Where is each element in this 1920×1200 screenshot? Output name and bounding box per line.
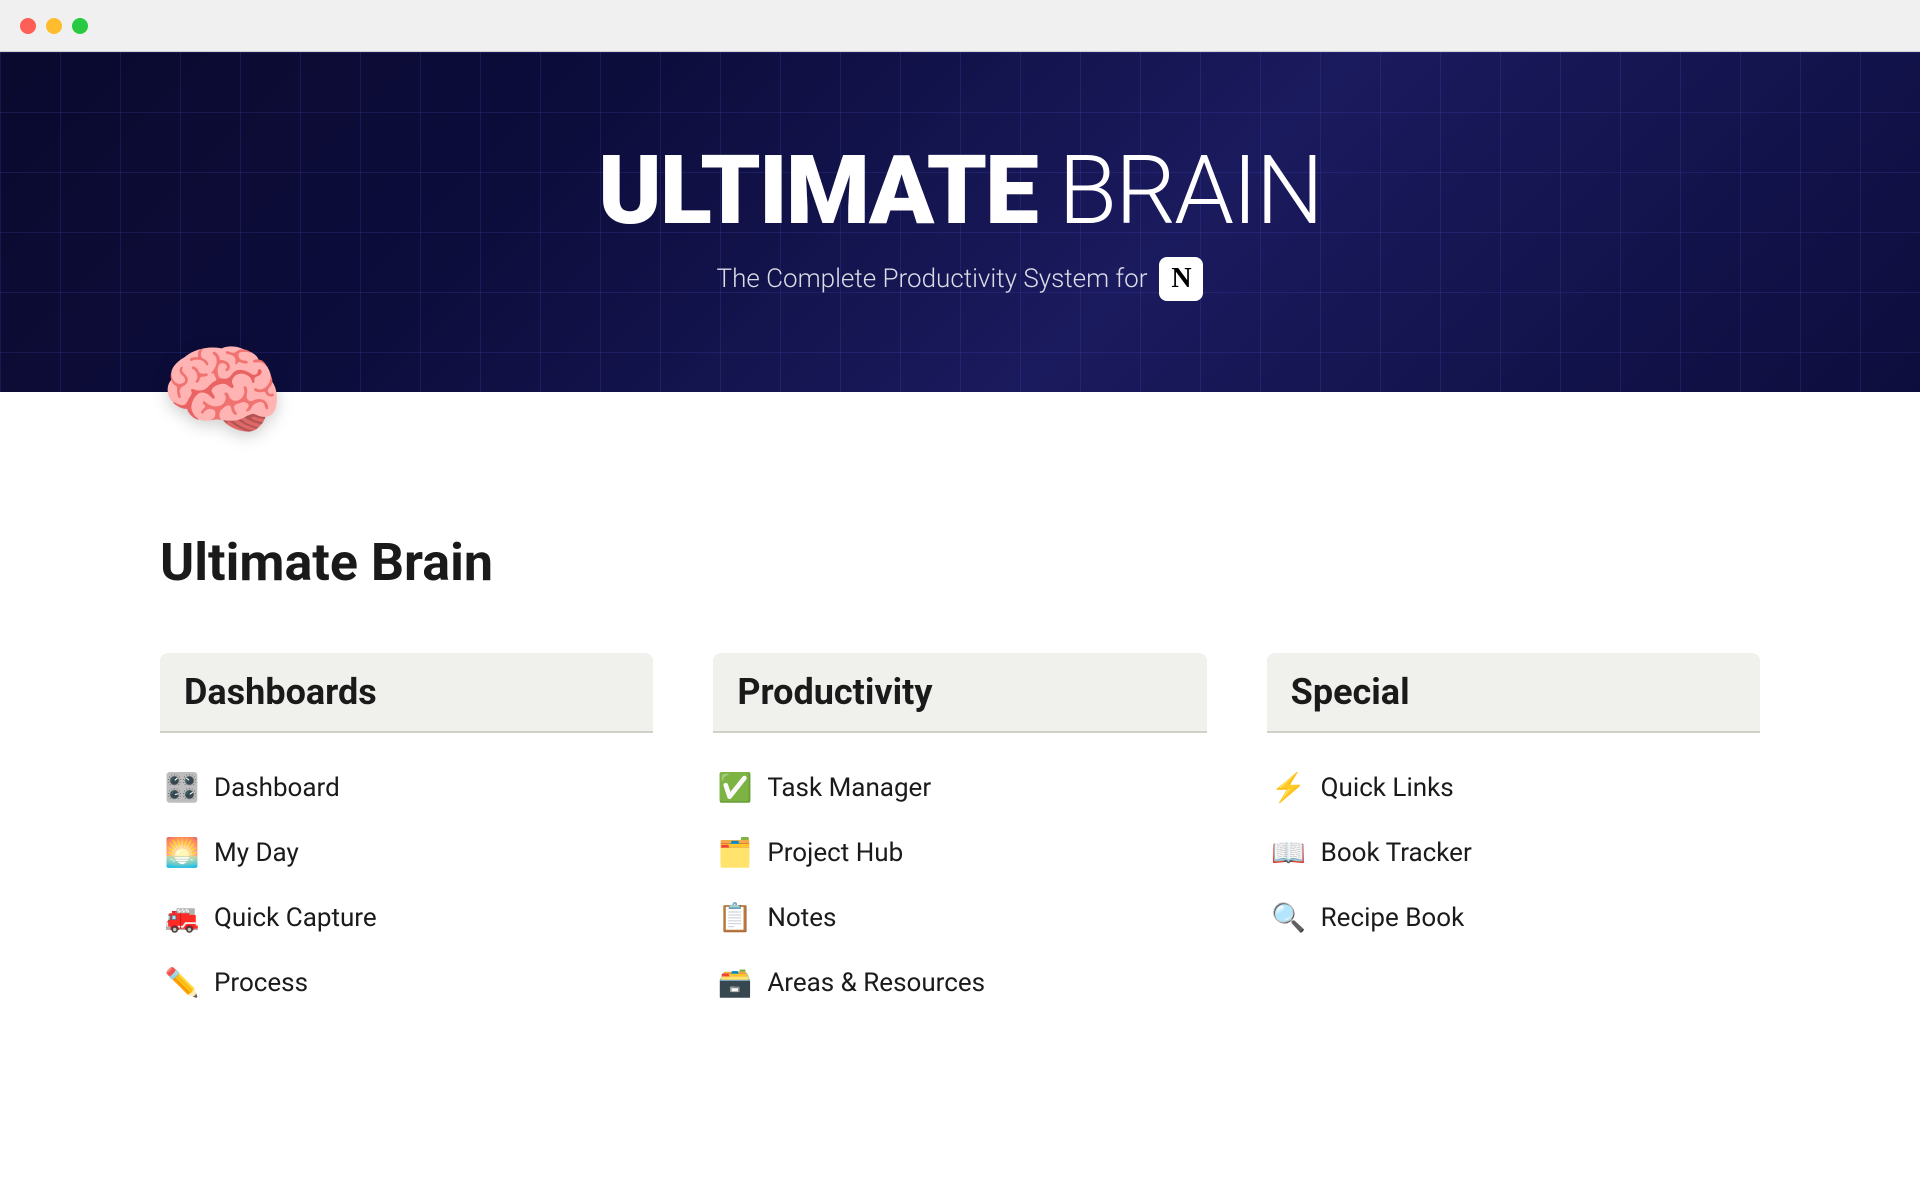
- item-label: Quick Capture: [214, 903, 377, 933]
- section-items-productivity: ✅ Task Manager 🗂️ Project Hub 📋 Notes 🗃️ Areas …: [713, 757, 1206, 1013]
- brain-emoji: 🧠: [160, 342, 285, 442]
- item-emoji-icon: ✏️: [164, 966, 200, 999]
- section-productivity: Productivity ✅ Task Manager 🗂️ Project Hub 📋 N…: [713, 653, 1206, 1013]
- item-label: Recipe Book: [1321, 903, 1465, 933]
- section-title-special: Special: [1291, 671, 1736, 713]
- page-title: Ultimate Brain: [160, 532, 1760, 593]
- item-emoji-icon: 📖: [1271, 836, 1307, 869]
- list-item[interactable]: 📖 Book Tracker: [1267, 822, 1760, 883]
- section-header-productivity: Productivity: [713, 653, 1206, 731]
- item-label: Book Tracker: [1321, 838, 1472, 868]
- hero-title-thin: BRAIN: [1037, 135, 1322, 247]
- notion-badge: N: [1159, 257, 1203, 301]
- item-emoji-icon: 🌅: [164, 836, 200, 869]
- section-header-special: Special: [1267, 653, 1760, 731]
- list-item[interactable]: ✅ Task Manager: [713, 757, 1206, 818]
- list-item[interactable]: 🚒 Quick Capture: [160, 887, 653, 948]
- item-emoji-icon: 🔍: [1271, 901, 1307, 934]
- main-content: Ultimate Brain Dashboards 🎛️ Dashboard 🌅 My …: [0, 472, 1920, 1093]
- section-divider-productivity: [713, 731, 1206, 733]
- item-emoji-icon: ⚡: [1271, 771, 1307, 804]
- section-dashboards: Dashboards 🎛️ Dashboard 🌅 My Day 🚒 Quick Captu…: [160, 653, 653, 1013]
- item-label: Quick Links: [1321, 773, 1454, 803]
- list-item[interactable]: 📋 Notes: [713, 887, 1206, 948]
- list-item[interactable]: 🌅 My Day: [160, 822, 653, 883]
- item-label: My Day: [214, 838, 299, 868]
- hero-title: ULTIMATE BRAIN: [598, 143, 1322, 239]
- list-item[interactable]: 🗃️ Areas & Resources: [713, 952, 1206, 1013]
- list-item[interactable]: ✏️ Process: [160, 952, 653, 1013]
- section-divider-special: [1267, 731, 1760, 733]
- hero-subtitle-text: The Complete Productivity System for: [717, 264, 1148, 294]
- section-title-productivity: Productivity: [737, 671, 1182, 713]
- list-item[interactable]: 🔍 Recipe Book: [1267, 887, 1760, 948]
- section-items-dashboards: 🎛️ Dashboard 🌅 My Day 🚒 Quick Capture ✏️ Proces…: [160, 757, 653, 1013]
- list-item[interactable]: ⚡ Quick Links: [1267, 757, 1760, 818]
- brain-container: 🧠: [0, 392, 1920, 472]
- section-special: Special ⚡ Quick Links 📖 Book Tracker 🔍 Recipe …: [1267, 653, 1760, 1013]
- item-emoji-icon: 🎛️: [164, 771, 200, 804]
- item-emoji-icon: 🚒: [164, 901, 200, 934]
- section-title-dashboards: Dashboards: [184, 671, 629, 713]
- item-label: Dashboard: [214, 773, 340, 803]
- item-emoji-icon: 🗂️: [717, 836, 753, 869]
- item-emoji-icon: 📋: [717, 901, 753, 934]
- list-item[interactable]: 🎛️ Dashboard: [160, 757, 653, 818]
- hero-subtitle: The Complete Productivity System for N: [717, 257, 1204, 301]
- item-label: Areas & Resources: [767, 968, 985, 998]
- item-label: Notes: [767, 903, 836, 933]
- list-item[interactable]: 🗂️ Project Hub: [713, 822, 1206, 883]
- section-items-special: ⚡ Quick Links 📖 Book Tracker 🔍 Recipe Book: [1267, 757, 1760, 948]
- item-emoji-icon: ✅: [717, 771, 753, 804]
- sections-grid: Dashboards 🎛️ Dashboard 🌅 My Day 🚒 Quick Captu…: [160, 653, 1760, 1013]
- maximize-button[interactable]: [72, 18, 88, 34]
- item-label: Process: [214, 968, 308, 998]
- title-bar: [0, 0, 1920, 52]
- hero-title-bold: ULTIMATE: [598, 135, 1037, 247]
- item-label: Task Manager: [767, 773, 931, 803]
- section-divider-dashboards: [160, 731, 653, 733]
- hero-banner: ULTIMATE BRAIN The Complete Productivity…: [0, 52, 1920, 392]
- close-button[interactable]: [20, 18, 36, 34]
- minimize-button[interactable]: [46, 18, 62, 34]
- section-header-dashboards: Dashboards: [160, 653, 653, 731]
- item-label: Project Hub: [767, 838, 903, 868]
- item-emoji-icon: 🗃️: [717, 966, 753, 999]
- notion-logo: N: [1171, 263, 1191, 295]
